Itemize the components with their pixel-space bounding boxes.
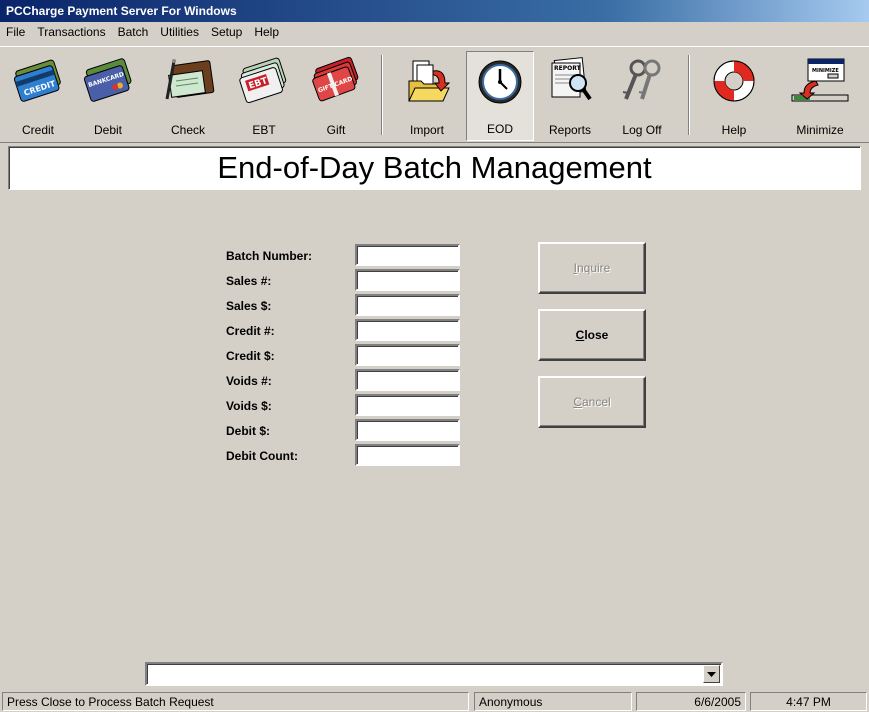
menu-setup[interactable]: Setup xyxy=(211,25,242,44)
menu-transactions[interactable]: Transactions xyxy=(37,25,105,44)
batch-number-label: Batch Number: xyxy=(226,249,313,263)
ebt-card-icon: EBT xyxy=(239,57,287,104)
chevron-down-icon xyxy=(707,671,716,677)
help-button[interactable]: Help xyxy=(700,51,768,141)
message-combo-box[interactable] xyxy=(145,662,723,686)
batch-number-field[interactable] xyxy=(355,244,460,266)
check-label: Check xyxy=(170,123,205,137)
sales-count-label: Sales #: xyxy=(226,274,272,288)
minimize-icon: MINIMIZE xyxy=(791,58,849,102)
combo-dropdown-button[interactable] xyxy=(703,665,720,683)
debit-button[interactable]: BANKCARD Debit xyxy=(74,51,142,141)
import-folder-icon xyxy=(408,60,451,102)
toolbar-separator xyxy=(688,55,690,135)
toolbar: CREDIT Credit BANKCARD Debit Check EBT E… xyxy=(0,46,869,143)
debit-amount-field[interactable] xyxy=(355,419,460,441)
debit-count-label: Debit Count: xyxy=(226,449,298,463)
logoff-button[interactable]: Log Off xyxy=(608,51,676,141)
ebt-label: EBT xyxy=(252,123,276,137)
cancel-label: ancel xyxy=(581,395,611,409)
status-date: 6/6/2005 xyxy=(636,692,746,711)
credit-label: Credit xyxy=(21,123,54,137)
menu-utilities[interactable]: Utilities xyxy=(160,25,199,44)
voids-count-field[interactable] xyxy=(355,369,460,391)
ebt-button[interactable]: EBT EBT xyxy=(230,51,298,141)
bankcard-icon: BANKCARD xyxy=(83,58,132,102)
logoff-label: Log Off xyxy=(622,123,662,137)
help-label: Help xyxy=(721,123,747,137)
gift-button[interactable]: GIFT CARD Gift xyxy=(302,51,370,141)
sales-amount-field[interactable] xyxy=(355,294,460,316)
window-title-bar[interactable]: PCCharge Payment Server For Windows xyxy=(0,0,869,22)
inquire-label: nquire xyxy=(576,261,611,275)
menu-batch[interactable]: Batch xyxy=(118,25,149,44)
voids-count-label: Voids #: xyxy=(226,374,272,388)
credit-card-icon: CREDIT xyxy=(13,59,61,102)
status-user: Anonymous xyxy=(474,692,632,711)
life-ring-icon xyxy=(713,60,755,102)
window-title: PCCharge Payment Server For Windows xyxy=(6,4,237,18)
eod-label: EOD xyxy=(486,122,513,136)
page-title: End-of-Day Batch Management xyxy=(8,146,861,190)
check-button[interactable]: Check xyxy=(154,51,222,141)
minimize-label: Minimize xyxy=(796,123,844,137)
clock-icon xyxy=(478,60,522,104)
sales-amount-label: Sales $: xyxy=(226,299,272,313)
eod-button[interactable]: EOD xyxy=(466,51,534,141)
credit-count-label: Credit #: xyxy=(226,324,275,338)
reports-button[interactable]: REPORT Reports xyxy=(536,51,604,141)
toolbar-separator xyxy=(381,55,383,135)
minimize-icon-text: MINIMIZE xyxy=(812,68,839,74)
gift-card-icon: GIFT CARD xyxy=(312,56,359,102)
inquire-button[interactable]: Inquire xyxy=(538,242,646,294)
close-button[interactable]: Close xyxy=(538,309,646,361)
status-message: Press Close to Process Batch Request xyxy=(2,692,469,711)
debit-label: Debit xyxy=(93,123,122,137)
checkbook-icon xyxy=(165,59,215,100)
credit-amount-field[interactable] xyxy=(355,344,460,366)
reports-label: Reports xyxy=(548,123,592,137)
debit-amount-label: Debit $: xyxy=(226,424,271,438)
menu-bar: File Transactions Batch Utilities Setup … xyxy=(0,22,869,44)
status-time: 4:47 PM xyxy=(750,692,867,711)
status-bar: Press Close to Process Batch Request Ano… xyxy=(0,690,869,712)
report-icon-text: REPORT xyxy=(554,65,582,72)
sales-count-field[interactable] xyxy=(355,269,460,291)
gift-label: Gift xyxy=(326,123,346,137)
minimize-button[interactable]: MINIMIZE Minimize xyxy=(786,51,854,141)
menu-help[interactable]: Help xyxy=(254,25,279,44)
voids-amount-label: Voids $: xyxy=(226,399,272,413)
import-button[interactable]: Import xyxy=(393,51,461,141)
cancel-accelerator: C xyxy=(573,395,582,409)
import-label: Import xyxy=(409,123,444,137)
menu-file[interactable]: File xyxy=(6,25,25,44)
voids-amount-field[interactable] xyxy=(355,394,460,416)
credit-button[interactable]: CREDIT Credit xyxy=(4,51,72,141)
cancel-button[interactable]: Cancel xyxy=(538,376,646,428)
keys-icon xyxy=(622,59,661,100)
reports-icon: REPORT xyxy=(551,57,592,101)
credit-amount-label: Credit $: xyxy=(226,349,275,363)
credit-count-field[interactable] xyxy=(355,319,460,341)
close-label: lose xyxy=(584,328,609,342)
debit-count-field[interactable] xyxy=(355,444,460,466)
